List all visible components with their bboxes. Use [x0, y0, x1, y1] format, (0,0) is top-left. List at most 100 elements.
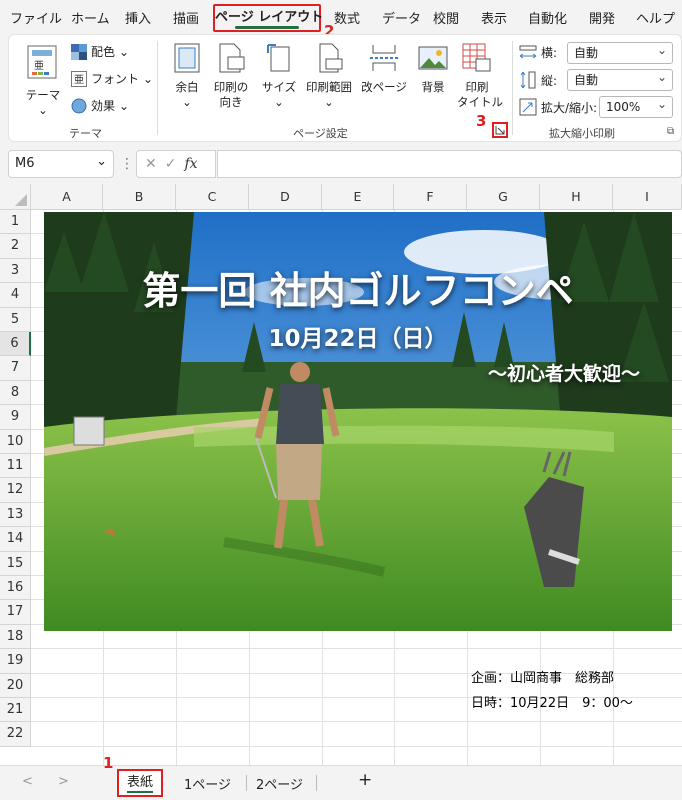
fonts-label: フォント — [91, 72, 140, 86]
width-select[interactable]: 自動 — [567, 40, 673, 64]
colors-button[interactable]: 配色 ⌄ — [71, 43, 129, 60]
column-header[interactable]: I — [613, 184, 682, 210]
formula-input[interactable] — [217, 150, 682, 178]
breaks-button[interactable]: 改ページ — [359, 43, 409, 95]
width-scale-label: 横: — [519, 44, 557, 61]
name-box[interactable]: M6 ⌄ — [8, 150, 114, 178]
group-label-scale: 拡大縮小印刷 — [549, 127, 615, 140]
add-sheet-button[interactable]: + — [358, 770, 372, 790]
scale-spinner[interactable]: 100% — [599, 94, 673, 118]
row-header[interactable]: 20 — [0, 673, 31, 698]
tab-review[interactable]: 校閲 — [433, 8, 459, 27]
row-header[interactable]: 17 — [0, 600, 31, 625]
row-header[interactable]: 5 — [0, 307, 31, 332]
column-header[interactable]: G — [467, 184, 540, 210]
sheet-tab-page-1[interactable]: 1ページ — [184, 774, 231, 793]
tab-formulas[interactable]: 数式 — [334, 8, 360, 27]
select-all-corner[interactable] — [0, 184, 31, 210]
tab-page-layout[interactable]: ページ レイアウト — [213, 4, 323, 32]
margins-icon — [174, 43, 200, 73]
height-icon — [520, 71, 536, 89]
margins-button[interactable]: 余白 ⌄ — [169, 43, 205, 110]
row-header[interactable]: 6 — [0, 332, 31, 357]
sheet-tab-cover[interactable]: 表紙 — [117, 769, 163, 797]
row-header[interactable]: 8 — [0, 380, 31, 406]
tab-home[interactable]: ホーム — [71, 8, 110, 27]
tab-help[interactable]: ヘルプ — [636, 8, 675, 27]
chevron-down-icon: ⌄ — [143, 71, 154, 86]
formula-bar: M6 ⌄ ⋮ ✕ ✓ fx — [0, 146, 682, 182]
background-button[interactable]: 背景 — [413, 43, 453, 95]
scroll-right-icon[interactable]: > — [58, 774, 69, 789]
row-header[interactable]: 1 — [0, 210, 31, 235]
more-options-icon[interactable]: ⋮ — [120, 156, 134, 172]
effects-button[interactable]: 効果 ⌄ — [71, 97, 129, 114]
row-header[interactable]: 4 — [0, 283, 31, 308]
select-all-icon — [15, 194, 27, 206]
orientation-button[interactable]: 印刷の 向き — [209, 43, 253, 110]
golf-banner-image[interactable]: 第一回 社内ゴルフコンペ 10月22日（日） ～初心者大歓迎～ — [44, 212, 672, 631]
column-header[interactable]: F — [394, 184, 467, 210]
row-header[interactable]: 12 — [0, 478, 31, 503]
chevron-down-icon: ⌄ — [274, 95, 284, 109]
size-button[interactable]: サイズ ⌄ — [259, 43, 299, 110]
group-separator — [157, 41, 158, 135]
breaks-label: 改ページ — [361, 80, 407, 94]
sheet-tab-page-2[interactable]: 2ページ — [256, 774, 303, 793]
row-header[interactable]: 22 — [0, 722, 31, 747]
row-header[interactable]: 16 — [0, 576, 31, 601]
insert-function-icon[interactable]: fx — [184, 156, 197, 172]
row-header[interactable]: 14 — [0, 527, 31, 552]
row-header[interactable]: 11 — [0, 454, 31, 479]
row-header[interactable]: 18 — [0, 624, 31, 650]
themes-button[interactable]: 亜 テーマ ⌄ — [21, 45, 65, 118]
cancel-icon[interactable]: ✕ — [145, 156, 157, 172]
orientation-label-2: 向き — [219, 95, 243, 109]
banner-title: 第一回 社内ゴルフコンペ — [142, 269, 574, 313]
banner-date: 10月22日（日） — [268, 326, 448, 352]
fonts-button[interactable]: 亜 フォント ⌄ — [71, 70, 153, 87]
themes-icon: 亜 — [27, 45, 57, 79]
dialog-launcher-icon[interactable]: ⧉ — [667, 126, 674, 137]
tab-data[interactable]: データ — [382, 8, 421, 27]
column-header[interactable]: A — [31, 184, 103, 210]
colors-label: 配色 — [91, 45, 116, 59]
tab-file[interactable]: ファイル — [10, 8, 62, 27]
tab-divider — [316, 775, 317, 791]
row-header[interactable]: 3 — [0, 258, 31, 284]
row-header[interactable]: 9 — [0, 405, 31, 430]
tab-developer[interactable]: 開発 — [589, 8, 615, 27]
row-header[interactable]: 7 — [0, 356, 31, 381]
confirm-icon[interactable]: ✓ — [165, 156, 177, 172]
row-header[interactable]: 21 — [0, 698, 31, 723]
row-header[interactable]: 2 — [0, 234, 31, 259]
tab-draw[interactable]: 描画 — [173, 8, 199, 27]
print-titles-button[interactable]: 印刷 タイトル — [457, 43, 503, 110]
print-titles-label-1: 印刷 — [465, 80, 489, 94]
row-header[interactable]: 15 — [0, 551, 31, 576]
color-palette-icon — [71, 43, 87, 60]
background-label: 背景 — [421, 80, 445, 94]
datetime-text: 日時：10月22日 9：00～ — [471, 696, 633, 711]
row-header[interactable]: 13 — [0, 502, 31, 528]
column-header[interactable]: D — [249, 184, 322, 210]
height-select[interactable]: 自動 — [567, 67, 673, 91]
tab-view[interactable]: 表示 — [481, 8, 507, 27]
scroll-left-icon[interactable]: < — [22, 774, 33, 789]
print-area-button[interactable]: 印刷範囲 ⌄ — [303, 43, 355, 110]
column-header[interactable]: H — [540, 184, 613, 210]
formula-controls: ✕ ✓ fx — [136, 150, 216, 178]
row-header[interactable]: 10 — [0, 429, 31, 454]
chevron-down-icon: ⌄ — [119, 98, 130, 113]
sheet-tab-bar: < > 1 表紙 1ページ 2ページ + — [0, 754, 682, 800]
tab-insert[interactable]: 挿入 — [125, 8, 151, 27]
scale-label: 拡大/縮小: — [541, 100, 598, 115]
column-header[interactable]: C — [176, 184, 249, 210]
page-setup-dialog-launcher[interactable] — [492, 122, 508, 138]
column-header[interactable]: E — [322, 184, 394, 210]
group-label-theme: テーマ — [69, 127, 102, 140]
row-header[interactable]: 19 — [0, 649, 31, 674]
orientation-icon — [219, 43, 245, 73]
column-header[interactable]: B — [103, 184, 176, 210]
tab-automate[interactable]: 自動化 — [528, 8, 567, 27]
